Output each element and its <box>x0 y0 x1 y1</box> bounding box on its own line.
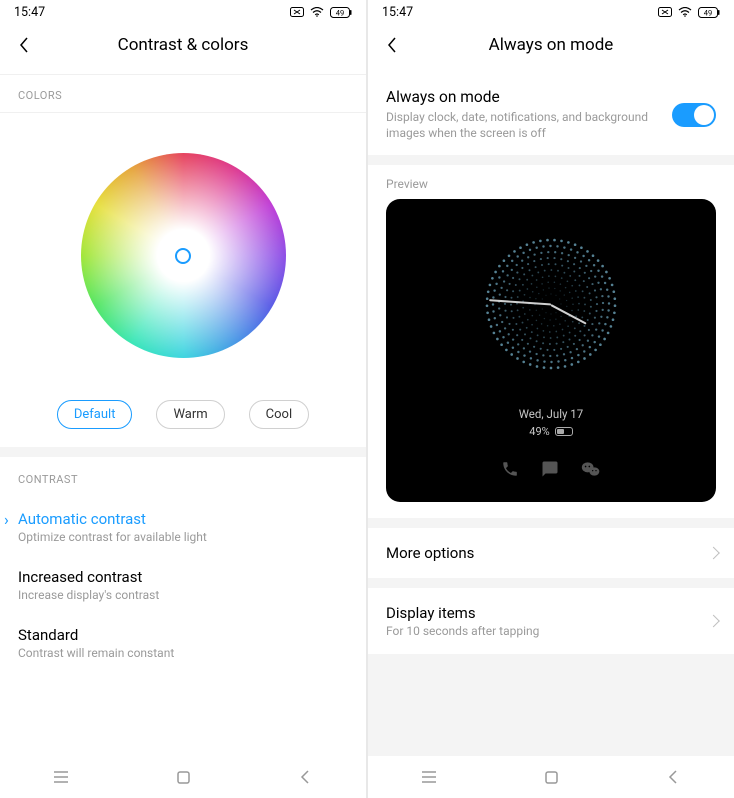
display-items-title: Display items <box>386 604 716 622</box>
standard-sub: Contrast will remain constant <box>18 646 348 660</box>
increased-contrast-sub: Increase display's contrast <box>18 588 348 602</box>
nav-home[interactable] <box>169 763 197 791</box>
dnd-icon <box>658 7 672 17</box>
more-options-item[interactable]: More options <box>368 528 734 578</box>
more-options-title: More options <box>386 544 716 562</box>
wifi-icon <box>678 7 692 17</box>
aod-battery: 49% <box>529 425 572 438</box>
preset-row: Default Warm Cool <box>57 400 309 429</box>
section-label-colors: COLORS <box>0 74 366 113</box>
svg-text:49: 49 <box>336 8 344 17</box>
aod-preview[interactable]: Wed, July 17 49% <box>386 199 716 502</box>
automatic-contrast-sub: Optimize contrast for available light <box>18 530 348 544</box>
standard-title: Standard <box>18 626 348 644</box>
chevron-left-icon <box>18 36 30 54</box>
square-icon <box>177 771 190 784</box>
always-on-title: Always on mode <box>386 88 672 106</box>
status-right: 49 <box>290 7 352 18</box>
aod-battery-text: 49% <box>529 425 549 438</box>
preview-label: Preview <box>368 165 734 199</box>
divider <box>368 155 734 165</box>
preset-warm[interactable]: Warm <box>156 400 224 429</box>
display-items-item[interactable]: Display items For 10 seconds after tappi… <box>368 588 734 654</box>
status-bar: 15:47 49 <box>0 0 366 22</box>
always-on-desc: Display clock, date, notifications, and … <box>386 109 672 141</box>
always-on-toggle-row: Always on mode Display clock, date, noti… <box>368 74 734 155</box>
contrast-item-standard[interactable]: Standard Contrast will remain constant <box>0 614 366 672</box>
back-button[interactable] <box>376 36 408 54</box>
nav-bar <box>0 756 366 798</box>
header: Contrast & colors <box>0 22 366 74</box>
message-icon <box>541 460 559 478</box>
increased-contrast-title: Increased contrast <box>18 568 348 586</box>
phone-left: 15:47 49 Contrast & colors COLORS Defaul… <box>0 0 366 798</box>
dnd-icon <box>290 7 304 17</box>
aod-clock <box>476 229 626 379</box>
aod-date: Wed, July 17 <box>519 407 583 421</box>
phone-icon <box>501 460 519 478</box>
nav-home[interactable] <box>537 763 565 791</box>
always-on-text: Always on mode Display clock, date, noti… <box>386 88 672 141</box>
wechat-icon <box>581 460 601 478</box>
nav-recents[interactable] <box>415 763 443 791</box>
battery-icon: 49 <box>330 7 352 18</box>
contrast-item-increased[interactable]: Increased contrast Increase display's co… <box>0 556 366 614</box>
nav-bar <box>368 756 734 798</box>
wifi-icon <box>310 7 324 17</box>
nav-recents[interactable] <box>47 763 75 791</box>
back-button[interactable] <box>8 36 40 54</box>
svg-text:49: 49 <box>704 8 712 17</box>
status-time: 15:47 <box>382 5 413 20</box>
chevron-left-icon <box>386 36 398 54</box>
section-label-contrast: CONTRAST <box>0 457 366 498</box>
status-right: 49 <box>658 7 720 18</box>
divider <box>368 518 734 528</box>
always-on-toggle[interactable] <box>672 103 716 127</box>
automatic-contrast-title: Automatic contrast <box>18 510 348 528</box>
color-picker: Default Warm Cool <box>0 113 366 447</box>
menu-icon <box>421 771 437 783</box>
contrast-item-automatic[interactable]: Automatic contrast Optimize contrast for… <box>0 498 366 556</box>
status-time: 15:47 <box>14 5 45 20</box>
divider <box>368 578 734 588</box>
page-title: Always on mode <box>368 35 734 55</box>
preset-cool[interactable]: Cool <box>249 400 309 429</box>
square-icon <box>545 771 558 784</box>
preset-default[interactable]: Default <box>57 400 133 429</box>
battery-icon: 49 <box>698 7 720 18</box>
phone-right: 15:47 49 Always on mode Always on mode D… <box>368 0 734 798</box>
header: Always on mode <box>368 22 734 74</box>
menu-icon <box>53 771 69 783</box>
display-items-sub: For 10 seconds after tapping <box>386 624 716 638</box>
page-title: Contrast & colors <box>0 35 366 55</box>
battery-icon <box>555 427 573 436</box>
status-bar: 15:47 49 <box>368 0 734 22</box>
aod-notification-icons <box>501 460 601 478</box>
color-wheel[interactable] <box>81 153 286 358</box>
nav-back[interactable] <box>659 763 687 791</box>
nav-back[interactable] <box>291 763 319 791</box>
color-cursor[interactable] <box>175 248 191 264</box>
chevron-left-icon <box>668 770 678 784</box>
chevron-left-icon <box>300 770 310 784</box>
divider <box>0 447 366 457</box>
